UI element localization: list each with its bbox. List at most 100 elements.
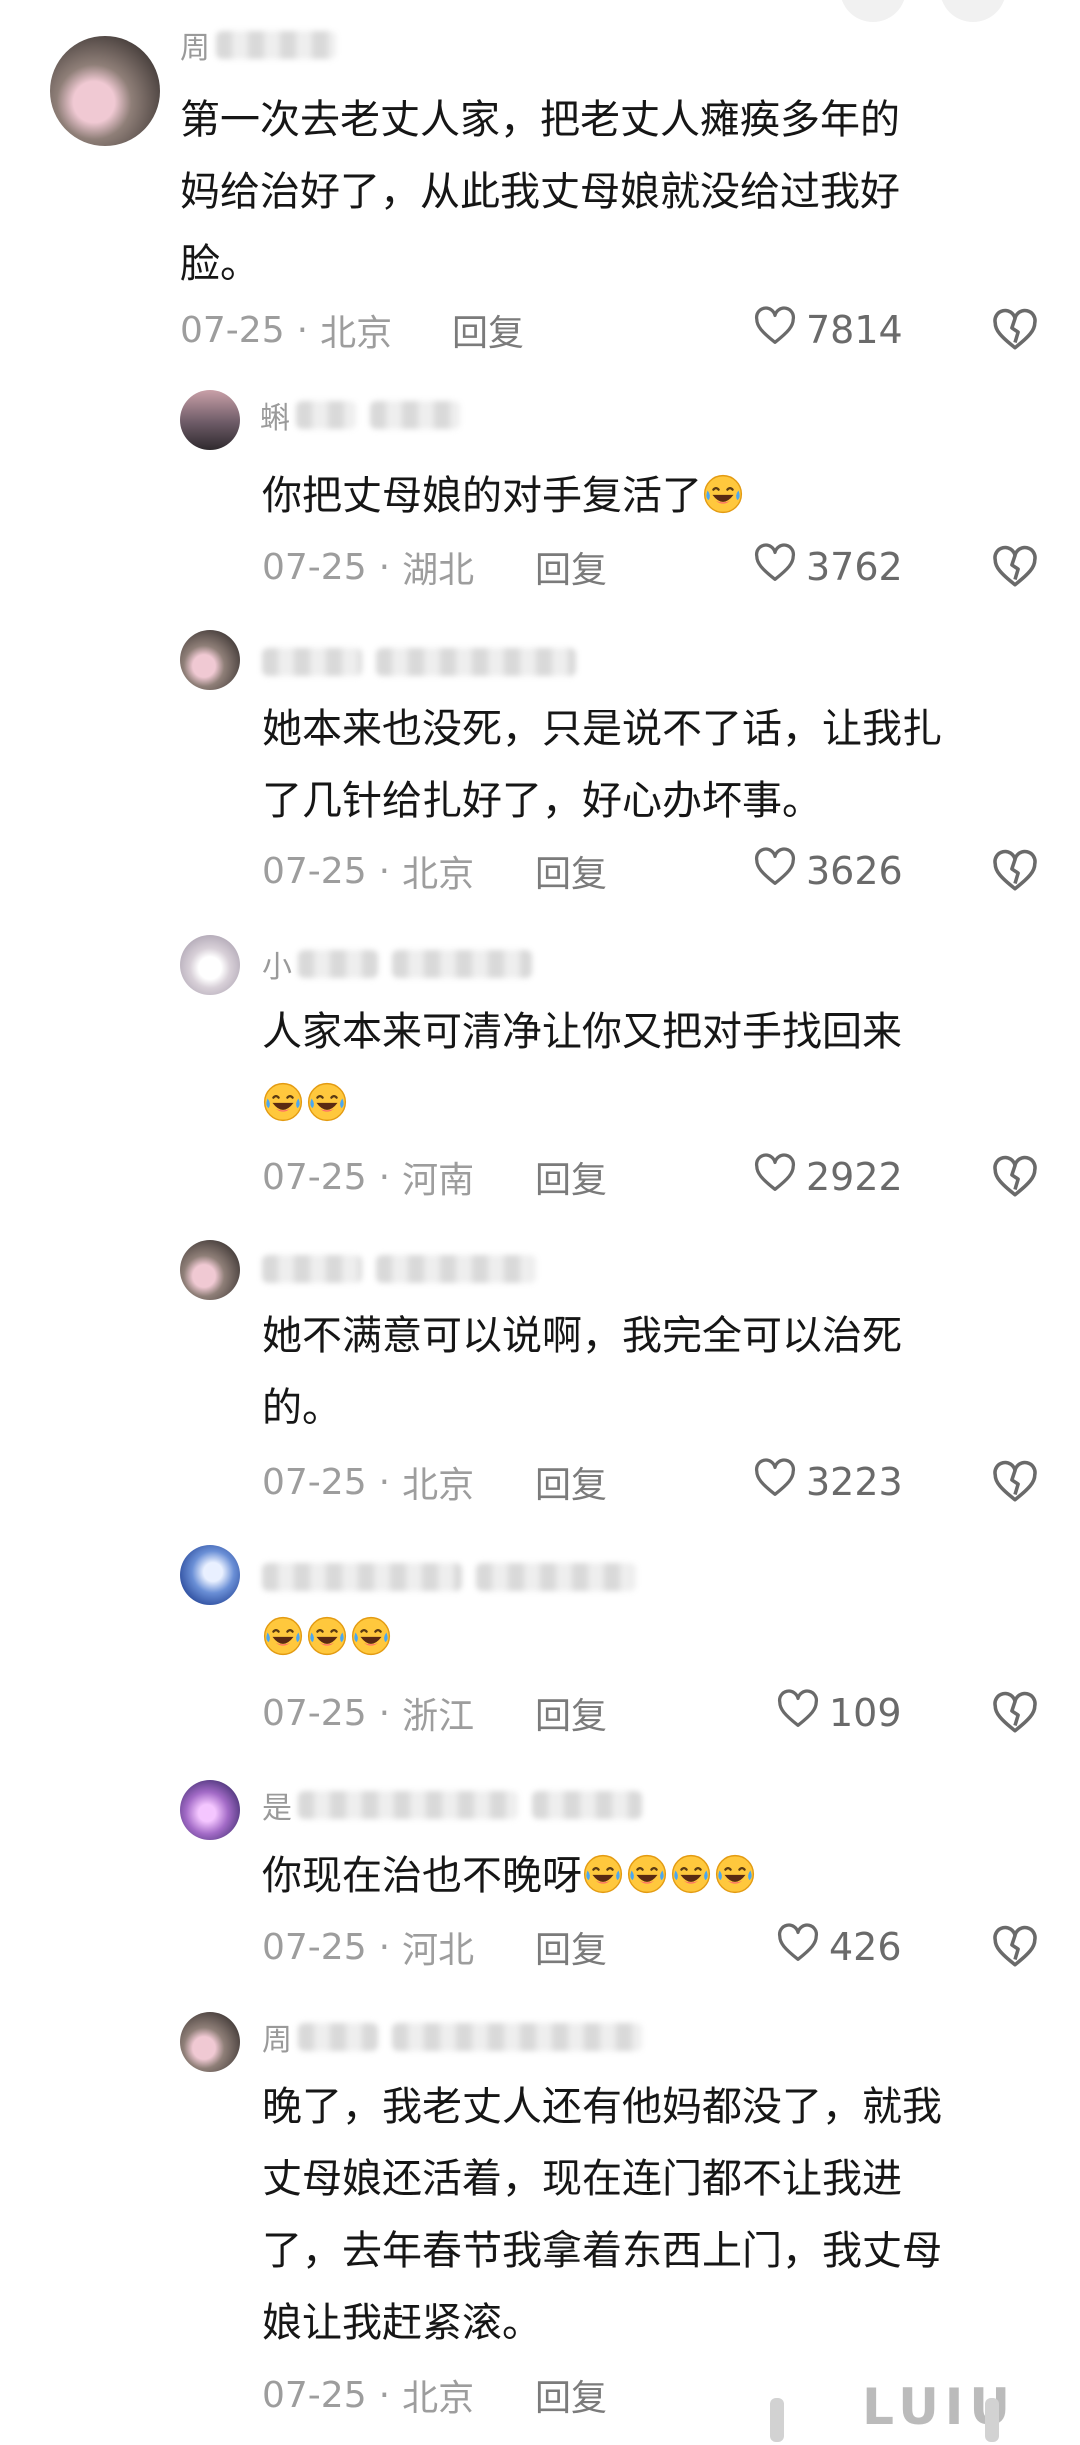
avatar[interactable] xyxy=(180,1780,240,1840)
like-button[interactable]: 3223 xyxy=(752,1457,903,1507)
like-count: 3626 xyxy=(806,849,903,893)
comment-location: 浙江 xyxy=(402,1696,475,1737)
like-button[interactable]: 3762 xyxy=(752,542,903,592)
comment-location: 北京 xyxy=(320,313,393,354)
blurred-name xyxy=(532,1791,642,1819)
blurred-name xyxy=(262,1563,462,1591)
top-right-button-2[interactable] xyxy=(940,0,1006,22)
avatar[interactable] xyxy=(180,935,240,995)
broken-heart-icon xyxy=(993,1691,1037,1733)
reply-button[interactable]: 回复 xyxy=(535,1457,607,1507)
heart-outline-icon xyxy=(775,1920,829,1975)
username[interactable]: 周 xyxy=(262,2020,656,2058)
reply-button[interactable]: 回复 xyxy=(535,1152,607,1202)
dislike-button[interactable] xyxy=(990,542,1040,592)
like-button[interactable]: 2922 xyxy=(752,1152,903,1202)
comment-text: 你现在治也不晚呀 xyxy=(262,1840,758,1912)
meta-separator: · xyxy=(296,309,309,351)
comment-meta: 07-25 · 河南 xyxy=(262,1152,474,1202)
comment-date: 07-25 xyxy=(262,1156,367,1198)
broken-heart-icon xyxy=(993,849,1037,891)
heart-outline-icon xyxy=(752,1150,806,1205)
meta-separator: · xyxy=(378,546,391,588)
blurred-name xyxy=(376,1255,536,1283)
like-count: 3762 xyxy=(806,545,903,589)
avatar[interactable] xyxy=(180,630,240,690)
reply-button[interactable]: 回复 xyxy=(535,1922,607,1972)
blurred-name xyxy=(370,401,460,429)
like-button[interactable]: 109 xyxy=(775,1688,902,1738)
username[interactable]: 小 xyxy=(262,947,546,985)
comment-text: 晚了，我老丈人还有他妈都没了，就我 丈母娘还活着，现在连门都不让我进 了，去年春… xyxy=(262,2084,942,2346)
laughing-crying-emoji-icon xyxy=(262,1608,304,1656)
comment-text: 第一次去老丈人家，把老丈人瘫痪多年的 妈给治好了，从此我丈母娘就没给过我好 脸。 xyxy=(180,97,900,287)
broken-heart-icon xyxy=(993,308,1037,350)
avatar[interactable] xyxy=(180,1240,240,1300)
comment-meta: 07-25 · 浙江 xyxy=(262,1688,474,1738)
username[interactable] xyxy=(262,1560,650,1594)
blurred-name xyxy=(298,950,378,978)
username[interactable] xyxy=(262,645,590,679)
avatar[interactable] xyxy=(50,36,160,146)
reply-button[interactable]: 回复 xyxy=(535,1688,607,1738)
username[interactable]: 是 xyxy=(262,1788,656,1826)
laughing-crying-emoji-icon xyxy=(350,1608,392,1656)
avatar[interactable] xyxy=(180,1545,240,1605)
broken-heart-icon xyxy=(993,1925,1037,1967)
meta-separator: · xyxy=(378,1692,391,1734)
comment-date: 07-25 xyxy=(262,850,367,892)
comment-text: 你把丈母娘的对手复活了 xyxy=(262,460,746,532)
like-button[interactable]: 7814 xyxy=(752,305,903,355)
meta-separator: · xyxy=(378,850,391,892)
comment-location: 河北 xyxy=(402,1930,475,1971)
like-button[interactable]: 426 xyxy=(775,1922,902,1972)
like-count: 7814 xyxy=(806,308,903,352)
comment-date: 07-25 xyxy=(262,2374,367,2416)
blurred-name xyxy=(262,648,362,676)
dislike-button[interactable] xyxy=(990,846,1040,896)
comment-location: 北京 xyxy=(402,1465,475,1506)
like-count: 426 xyxy=(829,1925,902,1969)
username[interactable]: 周 xyxy=(180,28,350,66)
like-count: 109 xyxy=(829,1691,902,1735)
blurred-name xyxy=(392,2023,642,2051)
laughing-crying-emoji-icon xyxy=(670,1846,712,1894)
comment-meta: 07-25 · 北京 xyxy=(262,2370,474,2420)
username[interactable]: 蝌 xyxy=(260,398,474,436)
like-button[interactable]: 3626 xyxy=(752,846,903,896)
reply-button[interactable]: 回复 xyxy=(535,2370,607,2420)
like-count: 3223 xyxy=(806,1460,903,1504)
meta-separator: · xyxy=(378,2374,391,2416)
broken-heart-icon xyxy=(993,1155,1037,1197)
reply-button[interactable]: 回复 xyxy=(452,305,524,355)
heart-outline-icon xyxy=(752,540,806,595)
reply-button[interactable]: 回复 xyxy=(535,846,607,896)
comment-text xyxy=(262,1602,394,1674)
top-right-button[interactable] xyxy=(840,0,906,22)
broken-heart-icon xyxy=(993,545,1037,587)
blurred-name xyxy=(376,648,576,676)
dislike-button[interactable] xyxy=(990,1688,1040,1738)
avatar[interactable] xyxy=(180,2012,240,2072)
heart-outline-icon xyxy=(752,844,806,899)
comment-location: 北京 xyxy=(402,854,475,895)
username[interactable] xyxy=(262,1252,550,1286)
blurred-name xyxy=(296,401,356,429)
laughing-crying-emoji-icon xyxy=(582,1846,624,1894)
laughing-crying-emoji-icon xyxy=(714,1846,756,1894)
dislike-button[interactable] xyxy=(990,305,1040,355)
watermark-mark xyxy=(985,2398,999,2442)
comment-location: 北京 xyxy=(402,2378,475,2419)
heart-outline-icon xyxy=(752,1455,806,1510)
dislike-button[interactable] xyxy=(990,1152,1040,1202)
laughing-crying-emoji-icon xyxy=(306,1608,348,1656)
meta-separator: · xyxy=(378,1156,391,1198)
comment-meta: 07-25 · 北京 xyxy=(262,1457,474,1507)
avatar[interactable] xyxy=(180,390,240,450)
dislike-button[interactable] xyxy=(990,1457,1040,1507)
reply-button[interactable]: 回复 xyxy=(535,542,607,592)
comment-date: 07-25 xyxy=(262,546,367,588)
blurred-name xyxy=(476,1563,636,1591)
laughing-crying-emoji-icon xyxy=(702,466,744,514)
dislike-button[interactable] xyxy=(990,1922,1040,1972)
